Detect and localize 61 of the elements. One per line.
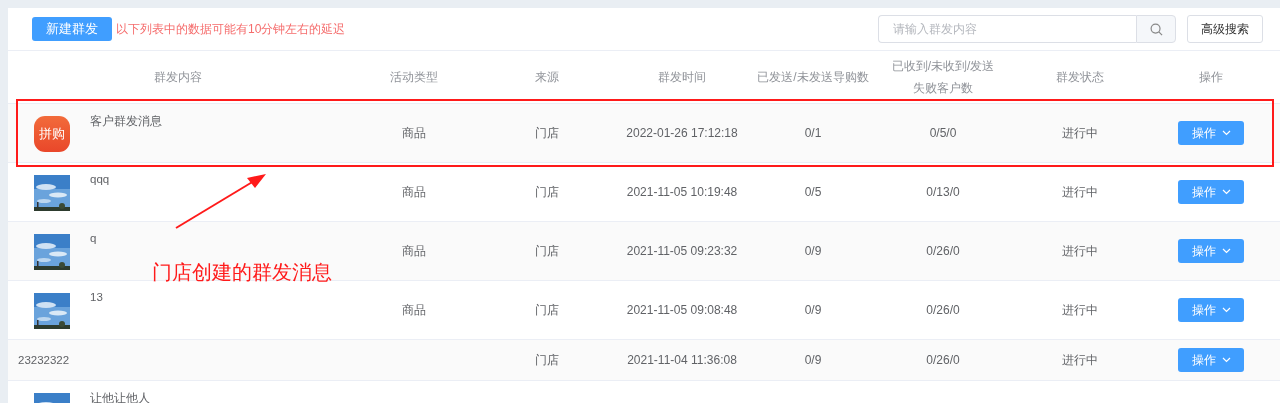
column-header: 活动类型: [389, 69, 439, 86]
sent-count: 0/5: [804, 185, 822, 199]
activity-type: 商品: [402, 183, 426, 201]
app-logo: 拼购: [34, 116, 70, 152]
advanced-search-button[interactable]: 高级搜索: [1187, 15, 1263, 43]
received-count: 0/5/0: [929, 126, 957, 140]
sent-count: 0/9: [804, 303, 822, 317]
action-dropdown-button[interactable]: 操作: [1178, 239, 1244, 263]
sent-count: 0/9: [804, 244, 822, 258]
message-title: qqq: [90, 173, 110, 185]
activity-type: 商品: [402, 242, 426, 260]
message-title: 23232322: [18, 354, 70, 366]
send-time: 2021-11-05 09:23:32: [626, 244, 738, 258]
source-cell: 门店: [535, 351, 559, 369]
send-time: 2022-01-26 17:12:18: [626, 126, 738, 140]
delay-notice: 以下列表中的数据可能有10分钟左右的延迟: [116, 20, 346, 38]
status-cell: 进行中: [1062, 124, 1098, 142]
search-icon: [1149, 22, 1163, 36]
message-title: 13: [90, 291, 103, 303]
sent-count: 0/9: [804, 353, 822, 367]
chevron-down-icon: [1221, 130, 1231, 136]
search-button[interactable]: [1136, 15, 1176, 43]
message-title: 客户群发消息: [90, 114, 162, 129]
new-broadcast-button[interactable]: 新建群发: [32, 17, 112, 41]
column-header: 群发内容: [153, 69, 203, 86]
received-count: 0/26/0: [926, 353, 960, 367]
action-dropdown-button[interactable]: 操作: [1178, 348, 1244, 372]
source-cell: 门店: [535, 301, 559, 319]
chevron-down-icon: [1221, 357, 1231, 363]
chevron-down-icon: [1221, 307, 1231, 313]
source-cell: 门店: [535, 183, 559, 201]
status-cell: 进行中: [1062, 183, 1098, 201]
column-header: 已收到/未收到/发送失败客户数: [890, 58, 996, 97]
send-time: 2021-11-04 11:36:08: [627, 353, 737, 367]
activity-type: 商品: [402, 124, 426, 142]
message-title: q: [90, 232, 97, 244]
send-time: 2021-11-05 10:19:48: [626, 185, 738, 199]
column-header: 群发状态: [1055, 69, 1105, 86]
received-count: 0/13/0: [926, 185, 960, 199]
send-time: 2021-11-05 09:08:48: [626, 303, 738, 317]
status-cell: 进行中: [1062, 242, 1098, 260]
chevron-down-icon: [1221, 189, 1231, 195]
action-dropdown-button[interactable]: 操作: [1178, 121, 1244, 145]
action-dropdown-button[interactable]: 操作: [1178, 298, 1244, 322]
sent-count: 0/1: [804, 126, 822, 140]
received-count: 0/26/0: [926, 303, 960, 317]
search-field[interactable]: 请输入群发内容: [878, 15, 1136, 43]
annotation-text: 门店创建的群发消息: [152, 260, 332, 285]
source-cell: 门店: [535, 242, 559, 260]
column-header: 来源: [534, 69, 560, 86]
column-header: 操作: [1198, 69, 1224, 86]
received-count: 0/26/0: [926, 244, 960, 258]
status-cell: 进行中: [1062, 301, 1098, 319]
message-title: 让他让他人: [90, 391, 150, 403]
status-cell: 进行中: [1062, 351, 1098, 369]
action-dropdown-button[interactable]: 操作: [1178, 180, 1244, 204]
column-header: 已发送/未发送导购数: [756, 69, 870, 86]
source-cell: 门店: [535, 124, 559, 142]
activity-type: 商品: [402, 301, 426, 319]
column-header: 群发时间: [657, 69, 707, 86]
chevron-down-icon: [1221, 248, 1231, 254]
